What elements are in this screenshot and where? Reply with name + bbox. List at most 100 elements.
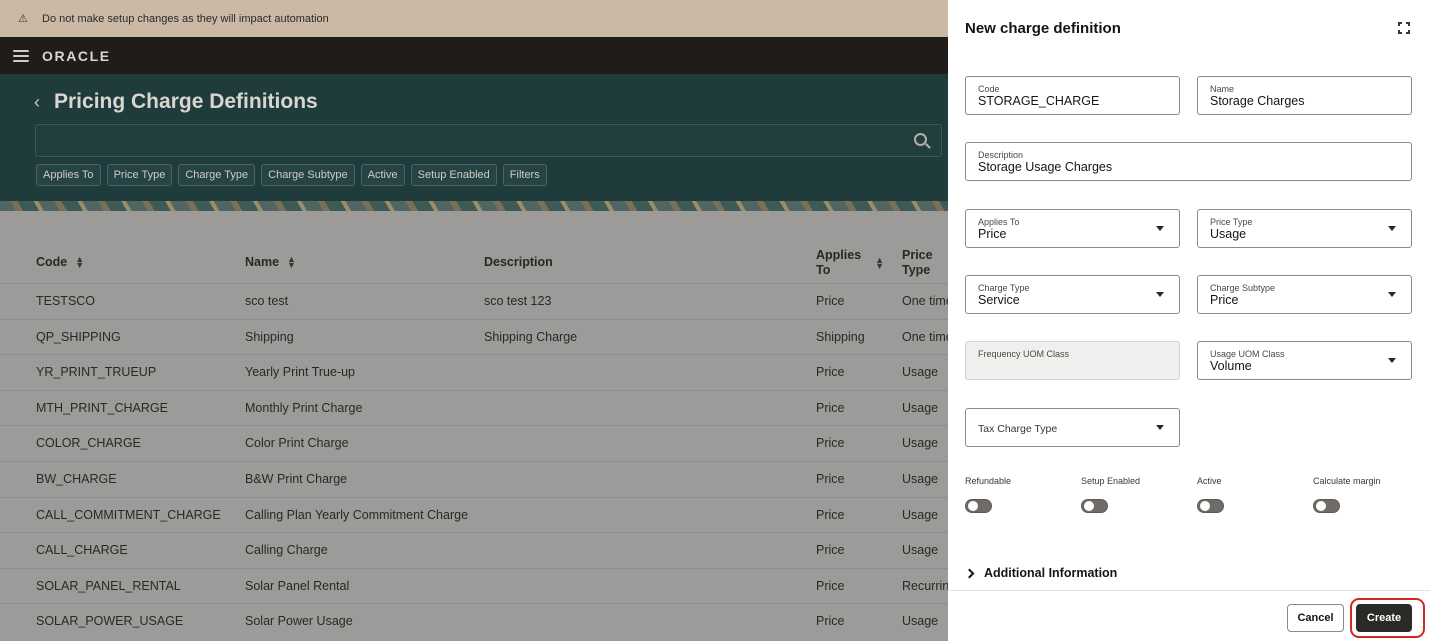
cell-applies-to: Price: [816, 578, 845, 593]
filter-applies-to[interactable]: Applies To: [36, 164, 101, 186]
table-row[interactable]: TESTSCO sco test sco test 123 Price One time: [0, 283, 948, 319]
cell-name: Shipping: [245, 329, 294, 344]
menu-icon[interactable]: [13, 49, 29, 62]
drawer-title: New charge definition: [965, 20, 1121, 37]
cell-code: BW_CHARGE: [36, 471, 117, 486]
table-row[interactable]: QP_SHIPPING Shipping Shipping Charge Shippi…: [0, 318, 948, 355]
cell-code: SOLAR_PANEL_RENTAL: [36, 578, 181, 593]
cell-price-type: Usage: [902, 614, 939, 629]
table-row[interactable]: COLOR_CHARGE Color Print Charge Price Usage: [0, 425, 948, 461]
description-field[interactable]: Description Storage Usage Charges: [965, 142, 1412, 181]
additional-information-toggle[interactable]: Additional Information: [964, 566, 1118, 580]
caret-down-icon[interactable]: [1388, 226, 1396, 231]
cell-code: TESTSCO: [36, 294, 96, 308]
table-row[interactable]: CALL_CHARGE Calling Charge Price Usage: [0, 532, 948, 568]
setup-enabled-toggle[interactable]: [1081, 499, 1108, 513]
column-code[interactable]: Code ▲ ▼: [36, 255, 84, 270]
filter-more[interactable]: Filters: [502, 164, 547, 186]
page-header: ‹ Pricing Charge Definitions Applies To …: [0, 74, 948, 211]
charge-definitions-table: Code ▲ ▼ Name ▲ ▼ Description Applies To ▲ ▼ P…: [0, 243, 948, 639]
column-name[interactable]: Name ▲ ▼: [245, 255, 296, 270]
cancel-button[interactable]: Cancel: [1287, 604, 1344, 632]
usage-uom-class-select[interactable]: Usage UOM Class Volume: [1197, 341, 1412, 380]
cell-code: COLOR_CHARGE: [36, 436, 141, 451]
code-field[interactable]: Code STORAGE_CHARGE: [965, 76, 1180, 115]
caret-down-icon[interactable]: [1156, 226, 1164, 231]
maximize-icon[interactable]: [1398, 22, 1410, 34]
cell-applies-to: Price: [816, 471, 845, 486]
caret-down-icon[interactable]: [1156, 425, 1164, 430]
cell-applies-to: Price: [816, 436, 845, 451]
search-input[interactable]: [35, 124, 942, 157]
cell-name: Calling Charge: [245, 543, 328, 558]
charge-type-select[interactable]: Charge Type Service: [965, 275, 1180, 314]
cell-name: B&W Print Charge: [245, 471, 348, 486]
cell-price-type: Usage: [902, 436, 939, 451]
setup-enabled-label: Setup Enabled: [1081, 476, 1141, 486]
table-row[interactable]: SOLAR_PANEL_RENTAL Solar Panel Rental Pric…: [0, 567, 948, 604]
price-type-select[interactable]: Price Type Usage: [1197, 209, 1412, 248]
filter-price-type[interactable]: Price Type: [106, 164, 173, 186]
cell-description: Shipping Charge: [484, 329, 578, 344]
warning-text: Do not make setup changes as they will i…: [42, 12, 329, 25]
filter-setup-enabled[interactable]: Setup Enabled: [410, 164, 497, 186]
cell-code: QP_SHIPPING: [36, 329, 121, 344]
sort-icon[interactable]: ▲ ▼: [287, 255, 296, 270]
additional-information-label: Additional Information: [984, 566, 1118, 580]
new-charge-drawer: New charge definition Code STORAGE_CHARG…: [948, 0, 1430, 641]
cell-applies-to: Price: [816, 400, 845, 415]
filter-active[interactable]: Active: [360, 164, 405, 186]
cell-applies-to: Shipping: [816, 329, 865, 344]
charge-subtype-select[interactable]: Charge Subtype Price: [1197, 275, 1412, 314]
sort-icon[interactable]: ▲ ▼: [75, 255, 84, 270]
cell-code: CALL_COMMITMENT_CHARGE: [36, 507, 221, 522]
name-field[interactable]: Name Storage Charges: [1197, 76, 1412, 115]
filter-charge-subtype[interactable]: Charge Subtype: [261, 164, 355, 186]
warning-icon: ⚠: [18, 13, 28, 25]
refundable-toggle[interactable]: [965, 499, 992, 513]
table-row[interactable]: CALL_COMMITMENT_CHARGE Calling Plan Yearl…: [0, 496, 948, 533]
tax-charge-type-select[interactable]: Tax Charge Type: [965, 408, 1180, 447]
warning-banner: ⚠ Do not make setup changes as they will…: [0, 0, 948, 37]
caret-down-icon[interactable]: [1156, 292, 1164, 297]
cell-price-type: Recurring: [902, 578, 948, 593]
cell-price-type: Usage: [902, 543, 939, 558]
search-icon[interactable]: [914, 133, 927, 146]
active-label: Active: [1197, 476, 1222, 486]
cell-price-type: One time: [902, 294, 948, 308]
cell-name: Calling Plan Yearly Commitment Charge: [245, 507, 469, 522]
decorative-pattern: [0, 201, 948, 211]
table-row[interactable]: SOLAR_POWER_USAGE Solar Power Usage Price U…: [0, 603, 948, 639]
frequency-uom-class-field: Frequency UOM Class: [965, 341, 1180, 380]
back-chevron-icon[interactable]: ‹: [34, 92, 40, 113]
table-row[interactable]: MTH_PRINT_CHARGE Monthly Print Charge Pric…: [0, 389, 948, 426]
cell-name: Yearly Print True-up: [245, 365, 356, 380]
cell-price-type: Usage: [902, 400, 939, 415]
caret-down-icon[interactable]: [1388, 358, 1396, 363]
table-row[interactable]: YR_PRINT_TRUEUP Yearly Print True-up Price…: [0, 354, 948, 390]
cell-name: Solar Panel Rental: [245, 578, 350, 593]
cell-price-type: Usage: [902, 471, 939, 486]
cell-description: sco test 123: [484, 294, 552, 308]
applies-to-select[interactable]: Applies To Price: [965, 209, 1180, 248]
column-applies-to[interactable]: Applies To ▲ ▼: [816, 248, 884, 278]
table-body: TESTSCO sco test sco test 123 Price One time…: [0, 283, 948, 639]
calculate-margin-toggle[interactable]: [1313, 499, 1340, 513]
global-header: ORACLE: [0, 37, 948, 74]
oracle-logo[interactable]: ORACLE: [42, 48, 111, 64]
cell-applies-to: Price: [816, 294, 845, 308]
active-toggle[interactable]: [1197, 499, 1224, 513]
cell-applies-to: Price: [816, 365, 845, 380]
calculate-margin-label: Calculate margin: [1313, 476, 1381, 486]
cell-name: Monthly Print Charge: [245, 400, 363, 415]
caret-down-icon[interactable]: [1388, 292, 1396, 297]
column-price-type[interactable]: Price Type: [902, 248, 933, 278]
table-row[interactable]: BW_CHARGE B&W Print Charge Price Usage: [0, 460, 948, 497]
cell-code: CALL_CHARGE: [36, 543, 128, 558]
chevron-right-icon: [964, 568, 975, 578]
sort-icon[interactable]: ▲ ▼: [875, 256, 884, 271]
filter-charge-type[interactable]: Charge Type: [178, 164, 256, 186]
column-description: Description: [484, 255, 553, 269]
cell-applies-to: Price: [816, 543, 845, 558]
create-button[interactable]: Create: [1356, 604, 1412, 632]
